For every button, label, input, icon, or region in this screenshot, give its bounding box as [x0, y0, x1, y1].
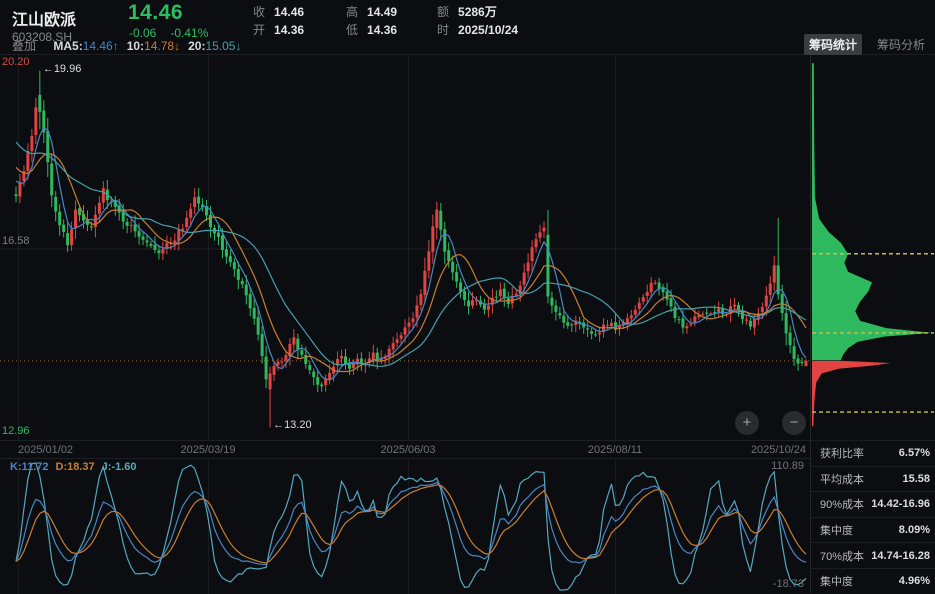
candlestick-chart[interactable] [0, 55, 810, 440]
chip-stat-value: 14.42-16.96 [871, 498, 930, 510]
stat-cell: 低 14.36 [346, 21, 397, 39]
last-price: 14.46 [128, 1, 183, 25]
low-annotation: ←13.20 [273, 419, 312, 431]
chip-histogram [811, 55, 935, 440]
chip-stat-label: 70%成本 [820, 548, 864, 564]
stat-value: 2025/10/24 [458, 23, 518, 37]
stat-label: 额 [437, 3, 449, 20]
stat-cell: 时 2025/10/24 [437, 21, 518, 39]
chip-stat-label: 集中度 [820, 522, 853, 538]
stat-label: 时 [437, 21, 449, 38]
chip-stat-row: 获利比率 6.57% [811, 440, 935, 466]
tab-chip-statistics[interactable]: 筹码统计 [804, 34, 862, 55]
date-axis: 2025/01/02 2025/03/19 2025/06/03 2025/08/11… [0, 440, 810, 458]
ma-legend-row: 叠加 MA5:14.46↑ 10:14.78↓ 20:15.05↓ [12, 37, 249, 54]
kdj-indicator-panel[interactable]: K:11.72 D:18.37 J:-1.60 110.89 -18.73 [0, 458, 810, 593]
stat-value: 14.36 [274, 23, 304, 37]
ohlc-col: 收 14.46 开 14.36 [253, 3, 304, 39]
ma-legend-item: MA5:14.46↑ [53, 39, 118, 53]
stat-value: 14.36 [367, 23, 397, 37]
chip-stats-list: 获利比率 6.57% 平均成本 15.58 90%成本 14.42-16.96 集中度 8.0… [811, 440, 935, 594]
chip-stat-label: 90%成本 [820, 496, 864, 512]
chip-stat-row: 70%成本 14.74-16.28 [811, 542, 935, 568]
kdj-min-label: -18.73 [773, 578, 804, 590]
ohlc-col: 高 14.49 低 14.36 [346, 3, 397, 39]
stat-value: 14.49 [367, 5, 397, 19]
date-label: 2025/06/03 [380, 444, 435, 456]
kdj-legend-item: D:18.37 [56, 461, 95, 473]
date-label: 2025/08/11 [588, 444, 642, 456]
stat-value: 5286万 [458, 5, 497, 19]
chip-stat-row: 90%成本 14.42-16.96 [811, 491, 935, 517]
ma10-line [16, 153, 806, 371]
chip-stat-label: 获利比率 [820, 445, 864, 461]
price-axis-label: 20.20 [2, 56, 30, 68]
chip-stat-value: 8.09% [899, 524, 930, 536]
chip-stat-label: 集中度 [820, 573, 853, 589]
chip-tabs: 筹码统计 筹码分析 [804, 34, 930, 55]
zoom-out-button[interactable]: − [782, 411, 806, 435]
ma20-line [16, 142, 806, 366]
stat-cell: 额 5286万 [437, 3, 518, 21]
header: 江山欧派 603208.SH 14.46 -0.06-0.41% 收14.46开… [0, 0, 935, 55]
chip-stat-row: 平均成本 15.58 [811, 466, 935, 492]
kdj-legend-item: J:-1.60 [102, 461, 137, 473]
stat-label: 收 [253, 3, 265, 20]
stat-cell: 高 14.49 [346, 3, 397, 21]
kdj-max-label: 110.89 [771, 460, 804, 472]
chip-stat-value: 4.96% [899, 575, 930, 587]
main-chart-area[interactable] [0, 55, 810, 440]
chip-loss-histogram [812, 361, 891, 426]
price-axis-label: 16.58 [2, 235, 30, 247]
date-label: 2025/01/02 [18, 444, 73, 456]
stat-value: 14.46 [274, 5, 304, 19]
kdj-legend: K:11.72 D:18.37 J:-1.60 [10, 461, 144, 473]
kdj-legend-item: K:11.72 [10, 461, 49, 473]
ohlc-col: 额 5286万时 2025/10/24 [437, 3, 518, 39]
stat-label: 开 [253, 21, 265, 38]
overlay-button[interactable]: 叠加 [12, 39, 36, 53]
price-axis-label: 12.96 [2, 425, 30, 437]
tab-chip-analysis[interactable]: 筹码分析 [872, 34, 930, 55]
ma-legend-item: 10:14.78↓ [127, 39, 180, 53]
stat-cell: 开 14.36 [253, 21, 304, 39]
chip-stat-row: 集中度 4.96% [811, 568, 935, 594]
j-line [16, 463, 806, 590]
kdj-chart[interactable] [0, 459, 810, 594]
zoom-in-button[interactable]: + [735, 411, 759, 435]
stock-name: 江山欧派 [12, 6, 76, 30]
date-label: 2025/03/19 [180, 444, 235, 456]
main-grid [0, 55, 810, 440]
chip-stat-value: 15.58 [902, 473, 930, 485]
d-line [16, 485, 806, 563]
stat-cell: 收 14.46 [253, 3, 304, 21]
stat-label: 高 [346, 3, 358, 20]
ma-legend-item: 20:15.05↓ [188, 39, 241, 53]
chip-profit-histogram [812, 63, 932, 360]
date-label: 2025/10/24 [751, 444, 806, 456]
k-line [16, 483, 806, 565]
high-annotation: ←19.96 [43, 63, 82, 75]
chip-stat-label: 平均成本 [820, 471, 864, 487]
chip-stat-row: 集中度 8.09% [811, 517, 935, 543]
chip-stat-value: 6.57% [899, 447, 930, 459]
stat-label: 低 [346, 21, 358, 38]
chip-distribution-panel: 16.49上边界14.99筹码峰13.49下边界 获利比率6.57%平均成本15… [810, 55, 935, 593]
chip-stat-value: 14.74-16.28 [871, 550, 930, 562]
